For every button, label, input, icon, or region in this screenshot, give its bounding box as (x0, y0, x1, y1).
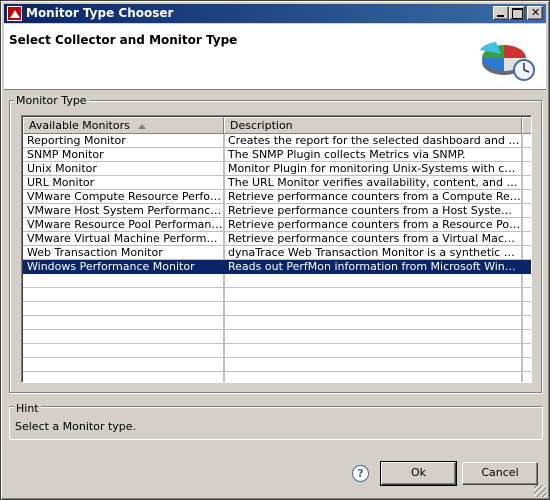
pie-chart-clock-icon (480, 42, 535, 81)
monitor-table[interactable]: Available Monitors Description Reporting… (21, 115, 532, 383)
table-row (23, 274, 531, 288)
filler-cell (522, 190, 531, 204)
hint-label: Hint (14, 402, 41, 415)
filler-cell (522, 260, 531, 274)
resize-grip-icon[interactable] (534, 485, 546, 497)
cancel-button[interactable]: Cancel (462, 462, 538, 485)
monitor-name-cell (23, 372, 224, 382)
table-row[interactable]: VMware Host System Performance M... Retri… (23, 204, 531, 218)
monitor-name-cell: Web Transaction Monitor (23, 246, 224, 260)
table-row[interactable]: Reporting Monitor Creates the report for … (23, 134, 531, 148)
app-logo-icon (7, 6, 22, 21)
filler-cell (522, 176, 531, 190)
filler-cell (522, 246, 531, 260)
filler-cell (522, 344, 531, 358)
monitor-type-label: Monitor Type (14, 94, 89, 107)
maximize-icon[interactable] (509, 6, 525, 20)
monitor-description-cell (224, 302, 522, 316)
filler-cell (522, 372, 531, 382)
window-title: Monitor Type Chooser (26, 6, 174, 20)
table-row[interactable]: Web Transaction Monitor dynaTrace Web Tra… (23, 246, 531, 260)
monitor-name-cell: URL Monitor (23, 176, 224, 190)
monitor-description-cell (224, 372, 522, 382)
table-row[interactable]: VMware Virtual Machine Performance ...Re… (23, 232, 531, 246)
filler-cell (522, 218, 531, 232)
monitor-description-cell: Retrieve performance counters from a Com… (224, 190, 522, 204)
page-title: Select Collector and Monitor Type (9, 33, 238, 47)
table-row[interactable]: Windows Performance Monitor Reads out Per… (23, 260, 531, 274)
monitor-description-cell: Creates the report for the selected dash… (224, 134, 522, 148)
filler-cell (522, 204, 531, 218)
table-row[interactable]: Unix Monitor Monitor Plugin for monitorin… (23, 162, 531, 176)
table-row[interactable]: VMware Compute Resource Performa... Retri… (23, 190, 531, 204)
filler-cell (522, 148, 531, 162)
monitor-name-cell (23, 358, 224, 372)
monitor-description-cell: dynaTrace Web Transaction Monitor is a s… (224, 246, 522, 260)
filler-cell (522, 288, 531, 302)
monitor-name-cell: SNMP Monitor (23, 148, 224, 162)
title-bar[interactable]: Monitor Type Chooser ✕ (4, 4, 546, 23)
monitor-name-cell: Windows Performance Monitor (23, 260, 224, 274)
monitor-description-cell: Retrieve performance counters from a Vir… (224, 232, 522, 246)
table-row (23, 330, 531, 344)
table-row (23, 302, 531, 316)
hint-text: Select a Monitor type. (15, 420, 137, 433)
monitor-description-cell: The SNMP Plugin collects Metrics via SNM… (224, 148, 522, 162)
monitor-name-cell: VMware Compute Resource Performa... (23, 190, 224, 204)
monitor-description-cell: Retrieve performance counters from a Hos… (224, 204, 522, 218)
column-header-description[interactable]: Description (224, 117, 522, 134)
filler-cell (522, 232, 531, 246)
help-icon[interactable]: ? (352, 465, 369, 482)
close-icon[interactable]: ✕ (527, 6, 543, 20)
table-row[interactable]: VMware Resource Pool Performance ... Retr… (23, 218, 531, 232)
monitor-name-cell (23, 316, 224, 330)
filler-cell (522, 134, 531, 148)
column-header-available-monitors[interactable]: Available Monitors (23, 117, 224, 134)
minimize-icon[interactable] (493, 6, 509, 20)
table-header: Available Monitors Description (23, 117, 531, 134)
header-banner: Select Collector and Monitor Type (4, 24, 546, 90)
column-header-filler (522, 117, 531, 134)
filler-cell (522, 162, 531, 176)
table-row[interactable]: SNMP Monitor The SNMP Plugin collects Met… (23, 148, 531, 162)
table-row[interactable]: URL Monitor The URL Monitor verifies avai… (23, 176, 531, 190)
monitor-name-cell: VMware Resource Pool Performance ... (23, 218, 224, 232)
monitor-name-cell: VMware Virtual Machine Performance ... (23, 232, 224, 246)
monitor-name-cell (23, 344, 224, 358)
filler-cell (522, 358, 531, 372)
table-row (23, 372, 531, 382)
monitor-description-cell (224, 358, 522, 372)
ok-button[interactable]: Ok (380, 461, 457, 486)
monitor-name-cell (23, 330, 224, 344)
monitor-description-cell (224, 316, 522, 330)
dialog-window: Monitor Type Chooser ✕ Select Collector … (0, 0, 550, 500)
monitor-name-cell: Unix Monitor (23, 162, 224, 176)
table-body: Reporting Monitor Creates the report for … (23, 134, 531, 382)
monitor-name-cell (23, 302, 224, 316)
table-row (23, 288, 531, 302)
monitor-name-cell (23, 274, 224, 288)
sort-ascending-icon (137, 123, 146, 129)
table-row (23, 316, 531, 330)
filler-cell (522, 302, 531, 316)
filler-cell (522, 274, 531, 288)
monitor-description-cell: Retrieve performance counters from a Res… (224, 218, 522, 232)
monitor-description-cell (224, 330, 522, 344)
monitor-description-cell: Monitor Plugin for monitoring Unix-Syste… (224, 162, 522, 176)
monitor-name-cell: Reporting Monitor (23, 134, 224, 148)
monitor-description-cell (224, 344, 522, 358)
monitor-description-cell (224, 274, 522, 288)
monitor-description-cell (224, 288, 522, 302)
monitor-description-cell: Reads out PerfMon information from Micro… (224, 260, 522, 274)
monitor-description-cell: The URL Monitor verifies availability, c… (224, 176, 522, 190)
monitor-name-cell (23, 288, 224, 302)
filler-cell (522, 330, 531, 344)
table-row (23, 358, 531, 372)
monitor-name-cell: VMware Host System Performance M... (23, 204, 224, 218)
filler-cell (522, 316, 531, 330)
table-row (23, 344, 531, 358)
